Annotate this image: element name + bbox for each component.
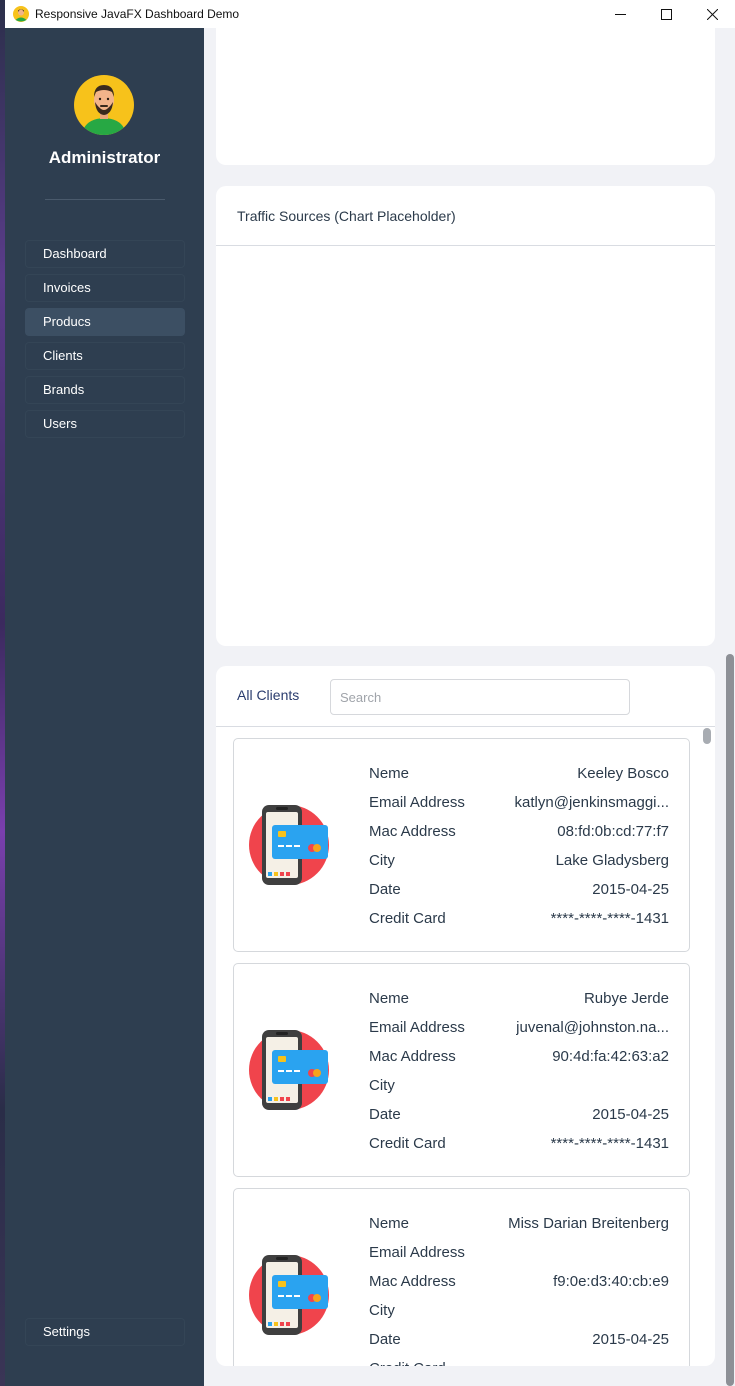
- name-value: Keeley Bosco: [577, 765, 669, 782]
- name-row: Neme Keeley Bosco: [369, 761, 669, 790]
- clients-header: All Clients: [216, 666, 715, 727]
- client-card[interactable]: Neme Miss Darian Breitenberg Email Addres…: [233, 1188, 690, 1366]
- name-label: Neme: [369, 990, 410, 1007]
- email-row: Email Address juvenal@johnston.na...: [369, 1015, 669, 1044]
- date-row: Date 2015-04-25: [369, 1327, 669, 1356]
- phone-payment-icon: [249, 1030, 329, 1110]
- date-value: 2015-04-25: [592, 1331, 669, 1348]
- card-value: ****-****-****-1431: [550, 1135, 669, 1152]
- sidebar-item-users[interactable]: Users: [25, 410, 185, 438]
- mac-label: Mac Address: [369, 1048, 456, 1065]
- mac-row: Mac Address 90:4d:fa:42:63:a2: [369, 1044, 669, 1073]
- client-fields: Neme Miss Darian Breitenberg Email Addres…: [369, 1211, 669, 1366]
- mac-value: 90:4d:fa:42:63:a2: [552, 1048, 669, 1065]
- sidebar-nav: Dashboard Invoices Producs Clients Brand…: [25, 240, 185, 444]
- clients-title: All Clients: [237, 687, 300, 703]
- title-bar[interactable]: Responsive JavaFX Dashboard Demo: [5, 0, 735, 28]
- close-icon: [706, 8, 718, 20]
- name-row: Neme Miss Darian Breitenberg: [369, 1211, 669, 1240]
- mac-label: Mac Address: [369, 1273, 456, 1290]
- app-avatar-icon: [13, 6, 29, 22]
- sidebar-item-invoices[interactable]: Invoices: [25, 274, 185, 302]
- city-label: City: [369, 1302, 395, 1319]
- city-label: City: [369, 852, 395, 869]
- card-value: ****-****-****-1431: [550, 910, 669, 927]
- search-input[interactable]: [330, 679, 630, 715]
- traffic-sources-title: Traffic Sources (Chart Placeholder): [216, 186, 715, 246]
- page-scrollbar[interactable]: [724, 28, 735, 1386]
- app-window: Responsive JavaFX Dashboard Demo Adminis…: [5, 0, 735, 1386]
- mac-value: 08:fd:0b:cd:77:f7: [557, 823, 669, 840]
- sidebar-item-producs[interactable]: Producs: [25, 308, 185, 336]
- sidebar-item-dashboard[interactable]: Dashboard: [25, 240, 185, 268]
- mac-label: Mac Address: [369, 823, 456, 840]
- email-label: Email Address: [369, 1019, 465, 1036]
- window-title: Responsive JavaFX Dashboard Demo: [35, 7, 240, 21]
- client-fields: Neme Keeley Bosco Email Address katlyn@jen…: [369, 761, 669, 935]
- email-value: juvenal@johnston.na...: [516, 1019, 669, 1036]
- client-card[interactable]: Neme Rubye Jerde Email Address juvenal@joh…: [233, 963, 690, 1177]
- email-label: Email Address: [369, 794, 465, 811]
- mac-row: Mac Address f9:0e:d3:40:cb:e9: [369, 1269, 669, 1298]
- client-fields: Neme Rubye Jerde Email Address juvenal@joh…: [369, 986, 669, 1160]
- minimize-icon: [614, 13, 626, 15]
- email-row: Email Address: [369, 1240, 669, 1269]
- card-label: Credit Card: [369, 1135, 446, 1152]
- name-label: Neme: [369, 765, 410, 782]
- card-label: Credit Card: [369, 910, 446, 927]
- maximize-icon: [660, 8, 672, 20]
- card-label: Credit Card: [369, 1360, 446, 1366]
- all-clients-card: All Clients Search Neme Keeley Bosco Ema…: [216, 666, 715, 1366]
- mac-value: f9:0e:d3:40:cb:e9: [553, 1273, 669, 1290]
- minimize-button[interactable]: [597, 0, 643, 28]
- client-list-scrollbar[interactable]: [703, 728, 711, 1366]
- close-button[interactable]: [689, 0, 735, 28]
- city-row: City: [369, 1073, 669, 1102]
- city-row: City Lake Gladysberg: [369, 848, 669, 877]
- mac-row: Mac Address 08:fd:0b:cd:77:f7: [369, 819, 669, 848]
- maximize-button[interactable]: [643, 0, 689, 28]
- email-label: Email Address: [369, 1244, 465, 1261]
- date-label: Date: [369, 881, 401, 898]
- date-row: Date 2015-04-25: [369, 877, 669, 906]
- sidebar-item-brands[interactable]: Brands: [25, 376, 185, 404]
- phone-payment-icon: [249, 805, 329, 885]
- phone-payment-icon: [249, 1255, 329, 1335]
- card-row: Credit Card: [369, 1356, 669, 1366]
- sidebar-item-settings[interactable]: Settings: [25, 1318, 185, 1346]
- user-avatar: [74, 75, 134, 135]
- city-row: City: [369, 1298, 669, 1327]
- page-scroll-thumb[interactable]: [726, 654, 734, 1386]
- main-content[interactable]: Traffic Sources (Chart Placeholder) All …: [204, 28, 735, 1386]
- card-row: Credit Card ****-****-****-1431: [369, 906, 669, 935]
- card-row: Credit Card ****-****-****-1431: [369, 1131, 669, 1160]
- client-list[interactable]: Neme Keeley Bosco Email Address katlyn@jen…: [216, 728, 715, 1366]
- user-name: Administrator: [48, 148, 161, 167]
- date-label: Date: [369, 1331, 401, 1348]
- name-value: Miss Darian Breitenberg: [508, 1215, 669, 1232]
- city-label: City: [369, 1077, 395, 1094]
- sidebar-divider: [45, 199, 165, 200]
- name-value: Rubye Jerde: [583, 990, 669, 1007]
- date-label: Date: [369, 1106, 401, 1123]
- date-value: 2015-04-25: [592, 881, 669, 898]
- date-value: 2015-04-25: [592, 1106, 669, 1123]
- top-card: [216, 28, 715, 165]
- client-list-scroll-thumb[interactable]: [703, 728, 711, 744]
- sidebar-item-clients[interactable]: Clients: [25, 342, 185, 370]
- email-row: Email Address katlyn@jenkinsmaggi...: [369, 790, 669, 819]
- email-value: katlyn@jenkinsmaggi...: [514, 794, 669, 811]
- traffic-sources-card: Traffic Sources (Chart Placeholder): [216, 186, 715, 646]
- name-label: Neme: [369, 1215, 410, 1232]
- client-card[interactable]: Neme Keeley Bosco Email Address katlyn@jen…: [233, 738, 690, 952]
- sidebar: Administrator Dashboard Invoices Producs…: [5, 28, 204, 1386]
- city-value: Lake Gladysberg: [555, 852, 669, 869]
- name-row: Neme Rubye Jerde: [369, 986, 669, 1015]
- date-row: Date 2015-04-25: [369, 1102, 669, 1131]
